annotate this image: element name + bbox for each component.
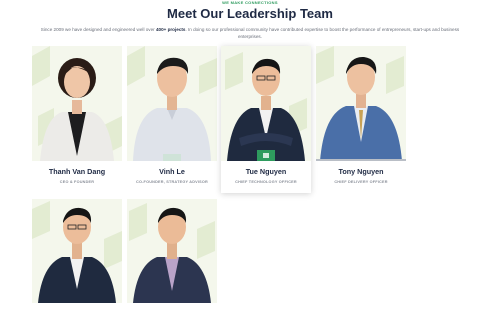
intro-text-end: . In doing so our professional community… bbox=[185, 27, 460, 39]
team-name: Tue Nguyen bbox=[245, 167, 287, 176]
team-role: CEO & FOUNDER bbox=[59, 180, 95, 184]
portrait-image bbox=[316, 46, 406, 161]
portrait-image bbox=[32, 46, 122, 161]
portrait-image bbox=[127, 199, 217, 303]
page-title: Meet Our Leadership Team bbox=[167, 6, 333, 21]
portrait-image bbox=[127, 46, 217, 161]
team-role: CO-FOUNDER, STRATEGY ADVISOR bbox=[136, 180, 208, 184]
intro-text-start: Since 2009 we have designed and engineer… bbox=[40, 27, 156, 32]
team-role: CHIEF TECHNOLOGY OFFICER bbox=[235, 180, 297, 184]
team-photo bbox=[127, 199, 217, 303]
team-card-6[interactable] bbox=[127, 199, 217, 309]
team-role: CHIEF DELIVERY OFFICER bbox=[334, 180, 388, 184]
intro-highlight: 400+ projects bbox=[155, 27, 186, 32]
team-card-5[interactable] bbox=[32, 199, 122, 309]
team-name: Vinh Le bbox=[159, 167, 185, 176]
section-intro: Since 2009 we have designed and engineer… bbox=[30, 26, 470, 40]
team-photo bbox=[221, 46, 311, 161]
team-card-vinh[interactable]: Vinh Le CO-FOUNDER, STRATEGY ADVISOR bbox=[127, 46, 217, 185]
team-card-tony[interactable]: Tony Nguyen CHIEF DELIVERY OFFICER bbox=[316, 46, 406, 185]
team-photo bbox=[316, 46, 406, 161]
portrait-image bbox=[221, 46, 311, 161]
team-name: Thanh Van Dang bbox=[48, 167, 106, 176]
portrait-image bbox=[32, 199, 122, 303]
team-photo bbox=[32, 46, 122, 161]
team-photo bbox=[127, 46, 217, 161]
section-eyebrow: WE MAKE CONNECTIONS bbox=[222, 0, 278, 5]
team-card-thanh[interactable]: Thanh Van Dang CEO & FOUNDER bbox=[32, 46, 122, 185]
team-card-tue[interactable]: Tue Nguyen CHIEF TECHNOLOGY OFFICER bbox=[221, 46, 311, 193]
team-photo bbox=[32, 199, 122, 303]
team-name: Tony Nguyen bbox=[338, 167, 384, 176]
